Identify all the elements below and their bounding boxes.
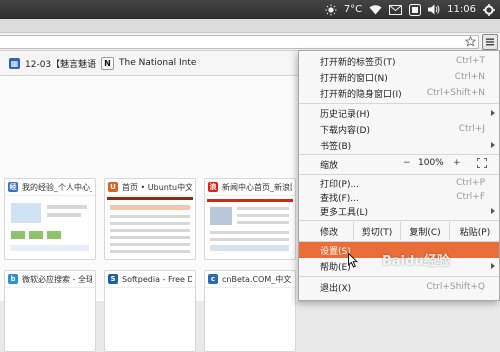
national-interest-favicon: N — [101, 56, 114, 70]
volume-icon[interactable] — [428, 4, 440, 15]
site-favicon: 浪 — [208, 182, 218, 192]
menu-edit-row: 修改 剪切(T) 复制(C) 粘贴(P) — [299, 222, 499, 240]
menu-item-label: 设置(S) — [320, 246, 351, 257]
menu-shortcut: Ctrl+J — [458, 124, 485, 134]
temperature-label[interactable]: 7°C — [344, 0, 362, 19]
menu-item-label: 打印(P)... — [320, 179, 360, 190]
calendar-favicon: ▦ — [9, 57, 20, 69]
menu-item-new-incognito[interactable]: 打开新的隐身窗口(I) Ctrl+Shift+N — [299, 85, 499, 101]
menu-separator — [299, 220, 499, 221]
menu-item-label: 打开新的窗口(N) — [320, 73, 388, 84]
zoom-value: 100% — [418, 158, 444, 168]
menu-item-label: 更多工具(L) — [320, 207, 369, 218]
menu-item-label: 书签(B) — [320, 141, 352, 152]
submenu-arrow-icon — [491, 208, 495, 214]
site-favicon: c — [208, 274, 218, 284]
tile-thumbnail — [7, 197, 93, 257]
menu-item-more-tools[interactable]: 更多工具(L) — [299, 203, 499, 219]
menu-shortcut: Ctrl+Shift+Q — [426, 282, 485, 292]
menu-item-label: 退出(X) — [320, 283, 352, 294]
tile-title: 首页 • Ubuntu中文论 — [122, 182, 192, 192]
copy-button[interactable]: 复制(C) — [400, 222, 449, 240]
tile-title: 微软必应搜索 - 全球 — [22, 274, 92, 284]
most-visited-tile[interactable]: S Softpedia - Free Dow — [104, 270, 196, 352]
system-top-panel: 7°C 11:06 — [0, 0, 500, 19]
bookmark-star-icon[interactable] — [464, 33, 476, 50]
bookmark-label: The National Inte — [119, 58, 197, 68]
menu-item-label: 查找(F)... — [320, 193, 359, 204]
tile-thumbnail — [207, 197, 293, 257]
address-bar[interactable] — [0, 35, 479, 49]
browser-tab-strip — [0, 19, 500, 33]
menu-shortcut: Ctrl+F — [456, 192, 485, 202]
menu-separator — [299, 276, 499, 277]
tile-title: 我的经验_个人中心_ — [22, 182, 92, 192]
bookmark-label: 12-03【魅言魅语 — [25, 59, 97, 70]
menu-shortcut: Ctrl+P — [456, 178, 485, 188]
most-visited-tile[interactable]: U 首页 • Ubuntu中文论 — [104, 178, 196, 260]
most-visited-tile[interactable]: 经我的经验_个人中心_ — [4, 178, 96, 260]
menu-item-label: 帮助(E) — [320, 262, 351, 273]
menu-item-bookmarks[interactable]: 书签(B) — [299, 137, 499, 153]
submenu-arrow-icon — [491, 263, 495, 269]
mail-icon[interactable] — [389, 4, 403, 15]
settings-gear-icon[interactable] — [483, 3, 495, 16]
wifi-icon[interactable] — [369, 4, 382, 15]
weather-sun-icon[interactable] — [325, 4, 337, 16]
site-favicon: S — [108, 274, 118, 284]
edit-label: 修改 — [320, 228, 339, 238]
menu-item-exit[interactable]: 退出(X) Ctrl+Shift+Q — [299, 279, 499, 295]
submenu-arrow-icon — [491, 110, 495, 116]
zoom-in-button[interactable]: + — [453, 158, 461, 168]
site-favicon: b — [8, 274, 18, 284]
menu-item-new-tab[interactable]: 打开新的标签页(T) Ctrl+T — [299, 53, 499, 69]
menu-item-downloads[interactable]: 下载内容(D) Ctrl+J — [299, 121, 499, 137]
tile-title: cnBeta.COM_中文业 — [222, 274, 292, 284]
menu-item-label: 打开新的标签页(T) — [320, 57, 396, 68]
site-favicon: 经 — [8, 182, 18, 192]
zoom-label: 缩放 — [320, 161, 339, 171]
input-method-icon[interactable] — [409, 3, 422, 16]
bookmark-item-1[interactable]: ▦ 12-03【魅言魅语 — [9, 56, 96, 70]
most-visited-tile[interactable]: 浪新闻中心首页_新浪网 — [204, 178, 296, 260]
mouse-pointer-icon — [348, 253, 358, 268]
menu-shortcut: Ctrl+T — [455, 56, 485, 66]
menu-item-new-window[interactable]: 打开新的窗口(N) Ctrl+N — [299, 69, 499, 85]
menu-item-history[interactable]: 历史记录(H) — [299, 105, 499, 121]
cut-button[interactable]: 剪切(T) — [353, 222, 400, 240]
tile-title: Softpedia - Free Dow — [122, 274, 192, 284]
fullscreen-icon[interactable] — [477, 158, 487, 168]
menu-shortcut: Ctrl+Shift+N — [426, 88, 485, 98]
menu-zoom-row: 缩放 − 100% + — [299, 155, 499, 173]
submenu-arrow-icon — [491, 142, 495, 148]
system-tray: 7°C 11:06 — [325, 0, 495, 19]
most-visited-tile[interactable]: b 微软必应搜索 - 全球 — [4, 270, 96, 352]
browser-toolbar — [0, 33, 500, 51]
hamburger-icon — [486, 38, 494, 46]
site-favicon: U — [108, 182, 118, 192]
menu-shortcut: Ctrl+N — [454, 72, 485, 82]
baidu-watermark: Baidu经验 — [382, 254, 450, 269]
zoom-out-button[interactable]: − — [403, 158, 411, 168]
menu-separator — [299, 103, 499, 104]
menu-item-label: 下载内容(D) — [320, 125, 370, 136]
bookmark-item-2[interactable]: N The National Inte — [101, 56, 196, 70]
tile-title: 新闻中心首页_新浪网 — [222, 182, 292, 192]
paste-button[interactable]: 粘贴(P) — [449, 222, 500, 240]
clock-label[interactable]: 11:06 — [447, 0, 476, 19]
tile-thumbnail — [107, 197, 193, 257]
menu-item-label: 历史记录(H) — [320, 109, 370, 120]
menu-item-label: 打开新的隐身窗口(I) — [320, 89, 402, 100]
chrome-menu-button[interactable] — [482, 34, 498, 50]
most-visited-tile[interactable]: c cnBeta.COM_中文业 — [204, 270, 296, 352]
